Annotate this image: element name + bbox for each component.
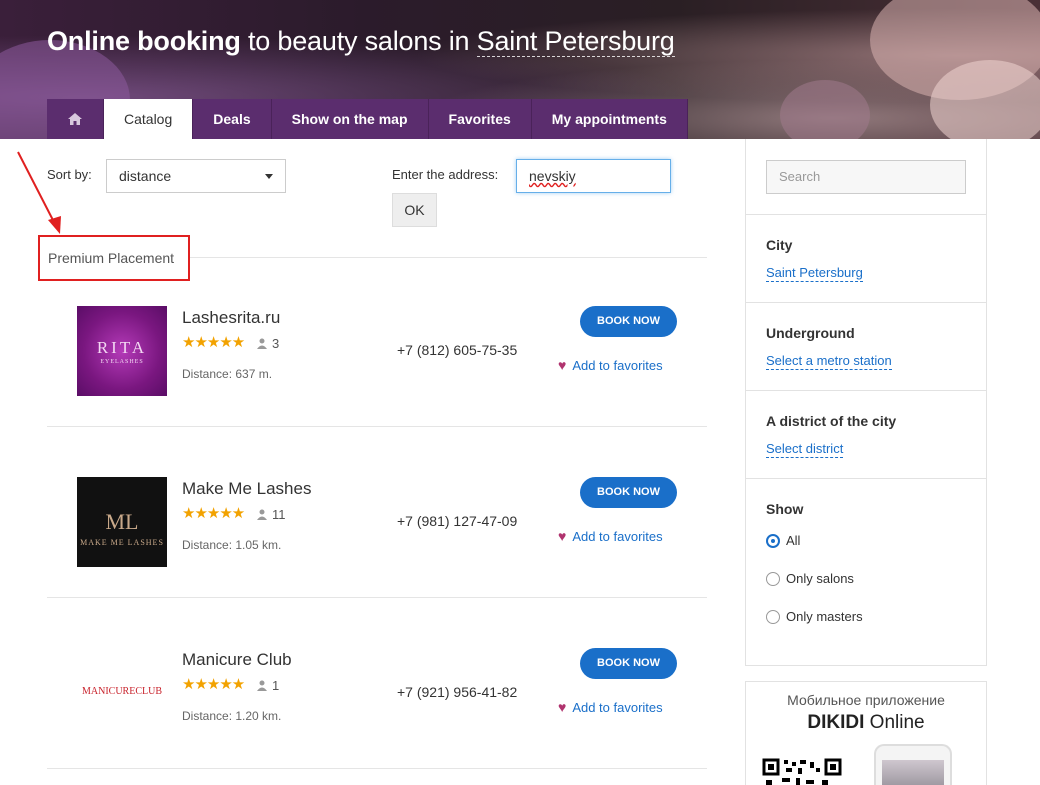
- premium-placement-label: Premium Placement: [38, 235, 190, 281]
- district-select-link[interactable]: Select district: [766, 441, 844, 458]
- salon-logo[interactable]: RITA EYELASHES: [77, 306, 167, 396]
- tab-show-on-map[interactable]: Show on the map: [271, 99, 429, 139]
- rating-stars: ★★★★★: [182, 505, 245, 522]
- salon-logo[interactable]: MANICURECLUB: [77, 648, 167, 738]
- logo-text: RITA: [96, 338, 148, 357]
- sidebar-divider: [746, 390, 986, 391]
- review-count: 11: [257, 507, 286, 522]
- salon-name[interactable]: Make Me Lashes: [182, 479, 311, 499]
- phone-mockup-image: [874, 744, 952, 785]
- tab-favorites[interactable]: Favorites: [428, 99, 532, 139]
- ok-button[interactable]: OK: [392, 193, 437, 227]
- salon-card: RITA EYELASHES Lashesrita.ru ★★★★★ 3 Dis…: [47, 306, 707, 426]
- radio-only-salons[interactable]: Only salons: [766, 571, 854, 586]
- add-to-favorites-link[interactable]: ♥ Add to favorites: [558, 357, 663, 373]
- app-title: DIKIDI Online: [807, 712, 925, 733]
- sidebar-divider: [746, 478, 986, 479]
- radio-icon: [766, 571, 780, 586]
- section-divider: [190, 257, 707, 258]
- radio-selected-icon: [766, 533, 780, 548]
- salon-card: ML MAKE ME LASHES Make Me Lashes ★★★★★ 1…: [47, 477, 707, 597]
- tab-deals[interactable]: Deals: [193, 99, 272, 139]
- rating-stars: ★★★★★: [182, 334, 245, 351]
- radio-show-all[interactable]: All: [766, 533, 800, 548]
- book-now-button[interactable]: BOOK NOW: [580, 306, 677, 337]
- phone-number[interactable]: +7 (812) 605-75-35: [397, 342, 517, 358]
- distance: Distance: 637 m.: [182, 367, 273, 381]
- tab-home[interactable]: [47, 99, 104, 139]
- row-divider: [47, 426, 707, 427]
- phone-number[interactable]: +7 (981) 127-47-09: [397, 513, 517, 529]
- salon-logo[interactable]: ML MAKE ME LASHES: [77, 477, 167, 567]
- mobile-app-promo: Мобильное приложение DIKIDI Online: [745, 681, 987, 785]
- main-tabs: Catalog Deals Show on the map Favorites …: [47, 99, 688, 139]
- row-divider: [47, 768, 707, 769]
- book-now-button[interactable]: BOOK NOW: [580, 648, 677, 679]
- add-to-favorites-link[interactable]: ♥ Add to favorites: [558, 699, 663, 715]
- logo-text: MAKE ME LASHES: [80, 538, 164, 547]
- sort-select[interactable]: distance: [106, 159, 286, 193]
- sidebar-divider: [746, 302, 986, 303]
- logo-monogram: ML: [105, 509, 139, 534]
- city-heading: City: [766, 237, 793, 253]
- radio-only-masters[interactable]: Only masters: [766, 609, 863, 624]
- review-count: 3: [257, 336, 279, 351]
- radio-icon: [766, 609, 780, 624]
- district-heading: A district of the city: [766, 413, 897, 429]
- qr-code-icon[interactable]: [762, 758, 842, 785]
- salon-name[interactable]: Lashesrita.ru: [182, 308, 280, 328]
- salon-name[interactable]: Manicure Club: [182, 650, 292, 670]
- logo-subtext: EYELASHES: [100, 359, 144, 365]
- chevron-down-icon: [265, 174, 273, 179]
- person-icon: [257, 338, 267, 349]
- book-now-button[interactable]: BOOK NOW: [580, 477, 677, 508]
- address-value: nevskiy: [529, 168, 576, 184]
- rating-stars: ★★★★★: [182, 676, 245, 693]
- city-select-link[interactable]: Saint Petersburg: [766, 265, 863, 282]
- underground-heading: Underground: [766, 325, 855, 341]
- show-heading: Show: [766, 501, 804, 517]
- sidebar-divider: [746, 214, 986, 215]
- sort-value: distance: [119, 168, 172, 184]
- filter-sidebar: Search City Saint Petersburg Underground…: [745, 139, 987, 666]
- app-subtitle: Мобильное приложение: [787, 692, 945, 708]
- address-label: Enter the address:: [392, 167, 499, 182]
- row-divider: [47, 597, 707, 598]
- annotation-arrow-icon: [17, 151, 61, 234]
- address-input[interactable]: nevskiy: [516, 159, 671, 193]
- logo-text: MANICURECLUB: [81, 686, 162, 697]
- review-count: 1: [257, 678, 279, 693]
- search-input[interactable]: Search: [766, 160, 966, 194]
- heart-icon: ♥: [558, 528, 567, 544]
- heart-icon: ♥: [558, 357, 567, 373]
- home-icon: [68, 113, 82, 125]
- tab-my-appointments[interactable]: My appointments: [531, 99, 688, 139]
- distance: Distance: 1.20 km.: [182, 709, 282, 723]
- city-link[interactable]: Saint Petersburg: [476, 26, 675, 57]
- phone-number[interactable]: +7 (921) 956-41-82: [397, 684, 517, 700]
- metro-select-link[interactable]: Select a metro station: [766, 353, 892, 370]
- person-icon: [257, 509, 267, 520]
- page-title: Online booking to beauty salons in Saint…: [47, 26, 675, 57]
- distance: Distance: 1.05 km.: [182, 538, 282, 552]
- heart-icon: ♥: [558, 699, 567, 715]
- person-icon: [257, 680, 267, 691]
- tab-catalog[interactable]: Catalog: [104, 99, 194, 139]
- add-to-favorites-link[interactable]: ♥ Add to favorites: [558, 528, 663, 544]
- salon-card: MANICURECLUB Manicure Club ★★★★★ 1 Dista…: [47, 648, 707, 768]
